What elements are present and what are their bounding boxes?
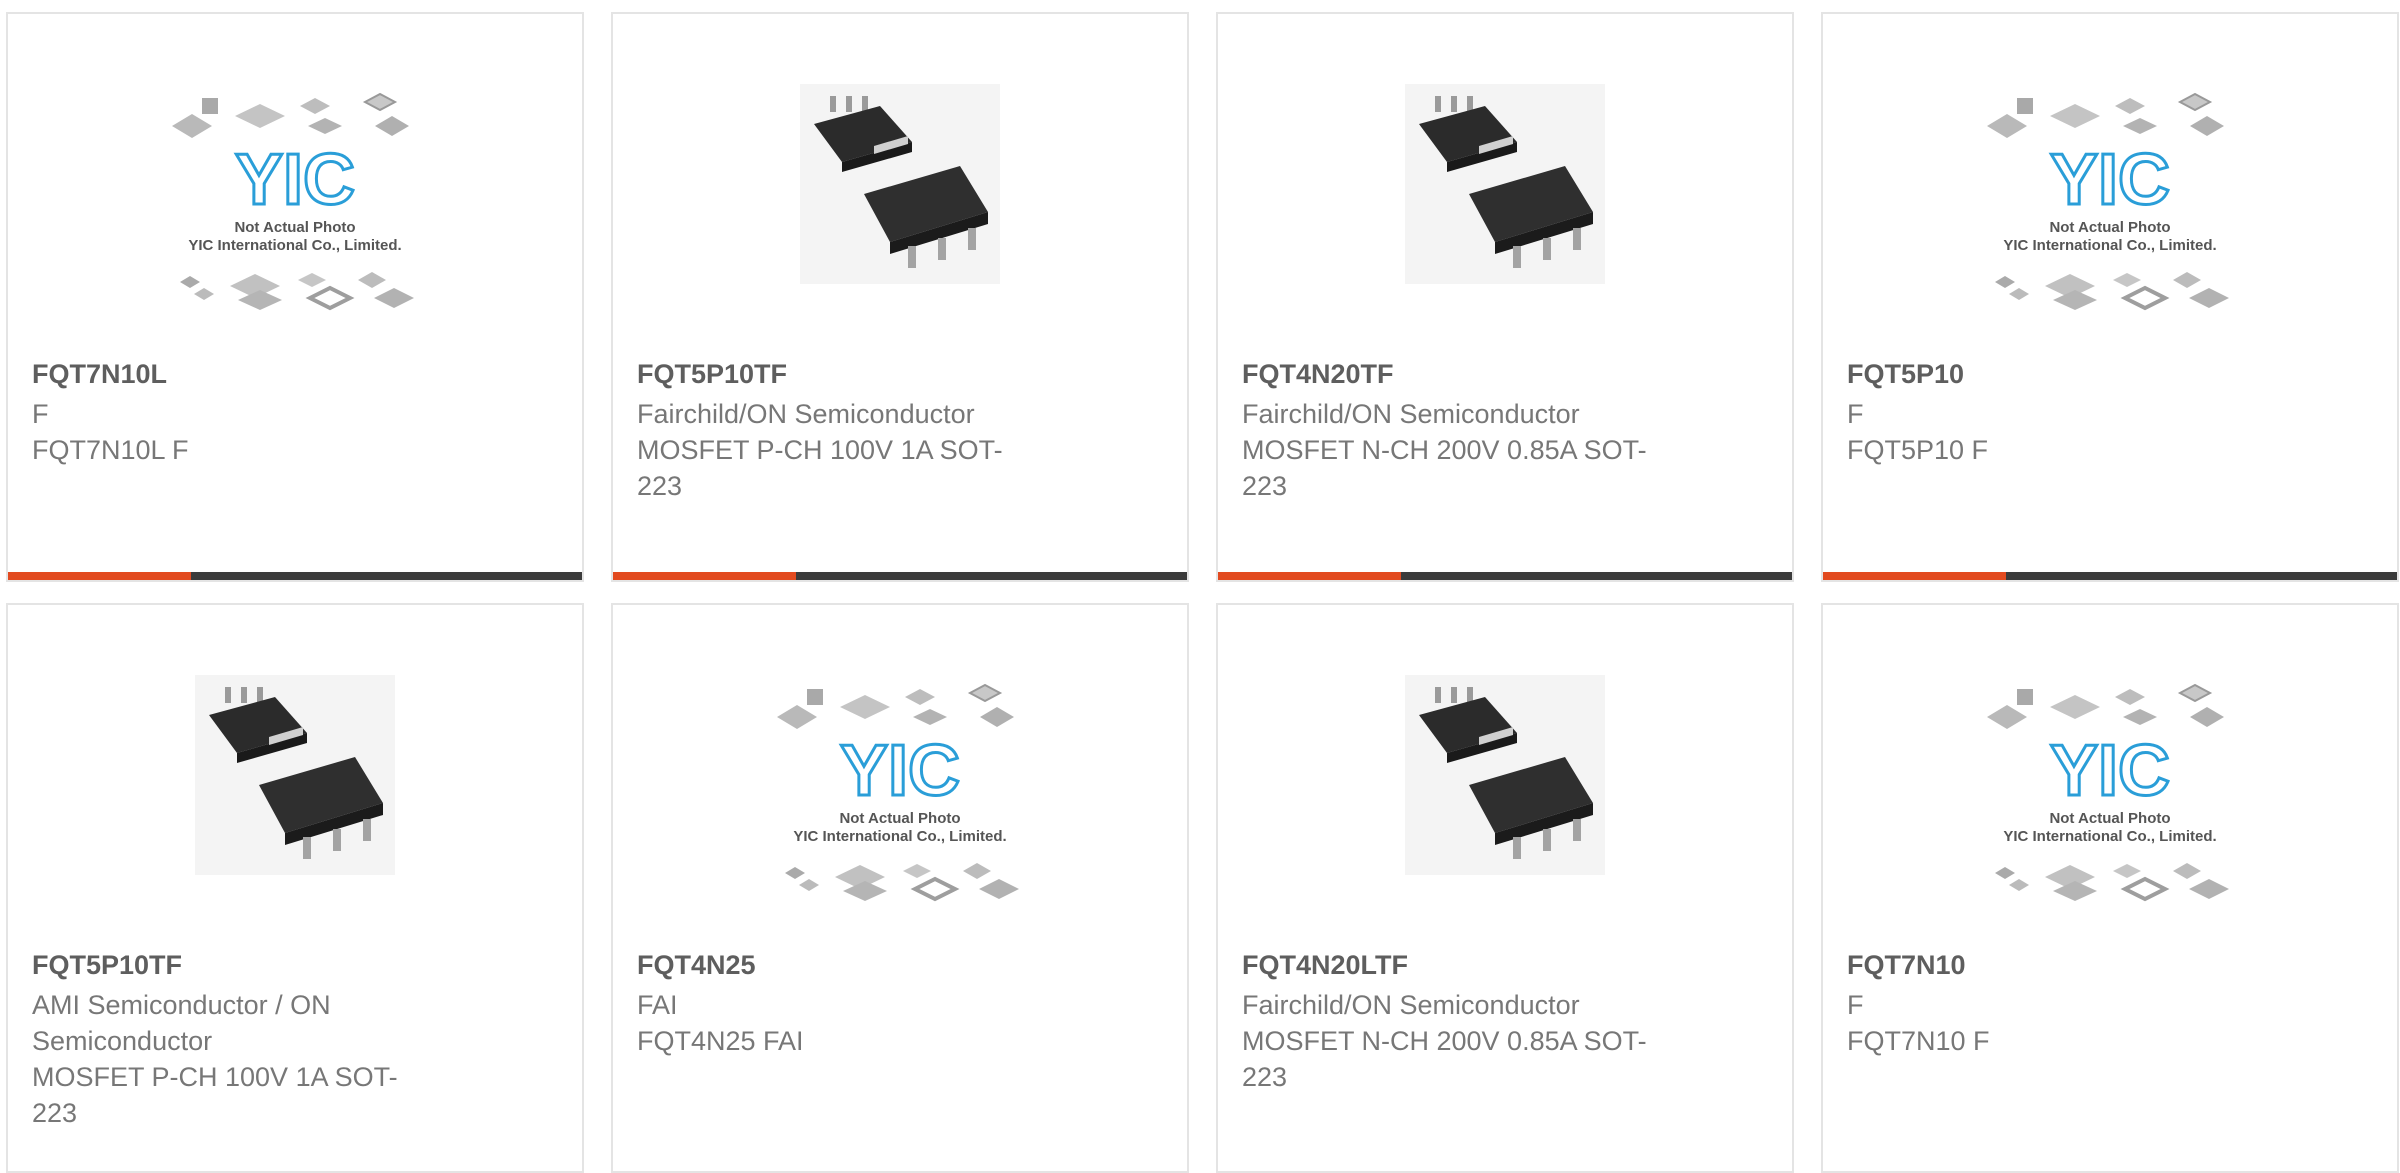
part-number-link[interactable]: FQT4N20LTF: [1242, 950, 1408, 981]
svg-text:YIC: YIC: [2050, 140, 2170, 220]
sot223-package-image[interactable]: [1405, 675, 1605, 875]
part-number-link[interactable]: FQT5P10TF: [637, 359, 787, 390]
part-number-link[interactable]: FQT7N10L: [32, 359, 167, 390]
dark-segment: [796, 572, 1187, 580]
sot223-package-image[interactable]: [1405, 84, 1605, 284]
description-text: MOSFET P-CH 100V 1A SOT-223: [32, 1062, 398, 1128]
product-image[interactable]: [1218, 84, 1792, 284]
accent-segment: [1823, 572, 2006, 580]
svg-text:YIC: YIC: [235, 140, 355, 220]
placeholder-note: Not Actual Photo: [234, 219, 355, 236]
accent-segment: [613, 572, 796, 580]
product-card[interactable]: FQT4N20LTF Fairchild/ON Semiconductor MOSF…: [1216, 603, 1794, 1173]
accent-segment: [1218, 572, 1401, 580]
product-image[interactable]: YIC Not Actual Photo YIC International C…: [1823, 675, 2397, 902]
manufacturer-text: AMI Semiconductor / ON Semiconductor: [32, 990, 331, 1056]
placeholder-note: Not Actual Photo: [2049, 219, 2170, 236]
not-actual-photo-image[interactable]: YIC Not Actual Photo YIC International C…: [160, 84, 430, 324]
product-card[interactable]: YIC Not Actual Photo YIC International C…: [6, 12, 584, 582]
product-image[interactable]: YIC Not Actual Photo YIC International C…: [613, 675, 1187, 902]
card-accent-bar: [1823, 572, 2397, 580]
dark-segment: [1401, 572, 1792, 580]
placeholder-note: Not Actual Photo: [2049, 810, 2170, 827]
placeholder-company: YIC International Co., Limited.: [188, 237, 401, 254]
product-card[interactable]: FQT5P10TF AMI Semiconductor / ON Semicond…: [6, 603, 584, 1173]
dark-segment: [2006, 572, 2397, 580]
product-card[interactable]: FQT4N20TF Fairchild/ON Semiconductor MOSFE…: [1216, 12, 1794, 582]
manufacturer-text: Fairchild/ON Semiconductor: [1242, 399, 1580, 429]
part-number-link[interactable]: FQT4N20TF: [1242, 359, 1394, 390]
product-card[interactable]: YIC Not Actual Photo YIC International C…: [1821, 12, 2399, 582]
description-text: FQT7N10 F: [1847, 1026, 1990, 1056]
card-accent-bar: [8, 572, 582, 580]
product-card[interactable]: YIC Not Actual Photo YIC International C…: [1821, 603, 2399, 1173]
sot223-package-image[interactable]: [800, 84, 1000, 284]
manufacturer-text: FAI: [637, 990, 678, 1020]
not-actual-photo-image[interactable]: YIC Not Actual Photo YIC International C…: [765, 675, 1035, 915]
manufacturer-text: F: [32, 399, 49, 429]
product-image[interactable]: [1218, 675, 1792, 875]
description-text: FQT7N10L F: [32, 435, 189, 465]
placeholder-company: YIC International Co., Limited.: [2003, 828, 2216, 845]
not-actual-photo-image[interactable]: YIC Not Actual Photo YIC International C…: [1975, 84, 2245, 324]
placeholder-note: Not Actual Photo: [839, 810, 960, 827]
part-number-link[interactable]: FQT4N25: [637, 950, 756, 981]
svg-text:YIC: YIC: [840, 731, 960, 811]
part-number-link[interactable]: FQT7N10: [1847, 950, 1966, 981]
card-accent-bar: [613, 572, 1187, 580]
description-text: MOSFET N-CH 200V 0.85A SOT-223: [1242, 435, 1647, 501]
product-card[interactable]: FQT5P10TF Fairchild/ON Semiconductor MOSFE…: [611, 12, 1189, 582]
manufacturer-text: Fairchild/ON Semiconductor: [1242, 990, 1580, 1020]
product-image[interactable]: [8, 675, 582, 875]
part-number-link[interactable]: FQT5P10TF: [32, 950, 182, 981]
product-card[interactable]: YIC Not Actual Photo YIC International C…: [611, 603, 1189, 1173]
svg-text:YIC: YIC: [2050, 731, 2170, 811]
manufacturer-text: F: [1847, 990, 1864, 1020]
manufacturer-text: Fairchild/ON Semiconductor: [637, 399, 975, 429]
description-text: FQT4N25 FAI: [637, 1026, 804, 1056]
dark-segment: [191, 572, 582, 580]
description-text: FQT5P10 F: [1847, 435, 1989, 465]
placeholder-company: YIC International Co., Limited.: [2003, 237, 2216, 254]
accent-segment: [8, 572, 191, 580]
placeholder-company: YIC International Co., Limited.: [793, 828, 1006, 845]
card-accent-bar: [1218, 572, 1792, 580]
manufacturer-text: F: [1847, 399, 1864, 429]
not-actual-photo-image[interactable]: YIC Not Actual Photo YIC International C…: [1975, 675, 2245, 915]
description-text: MOSFET P-CH 100V 1A SOT-223: [637, 435, 1003, 501]
description-text: MOSFET N-CH 200V 0.85A SOT-223: [1242, 1026, 1647, 1092]
product-image[interactable]: YIC Not Actual Photo YIC International C…: [8, 84, 582, 311]
part-number-link[interactable]: FQT5P10: [1847, 359, 1964, 390]
sot223-package-image[interactable]: [195, 675, 395, 875]
product-image[interactable]: YIC Not Actual Photo YIC International C…: [1823, 84, 2397, 311]
product-image[interactable]: [613, 84, 1187, 284]
